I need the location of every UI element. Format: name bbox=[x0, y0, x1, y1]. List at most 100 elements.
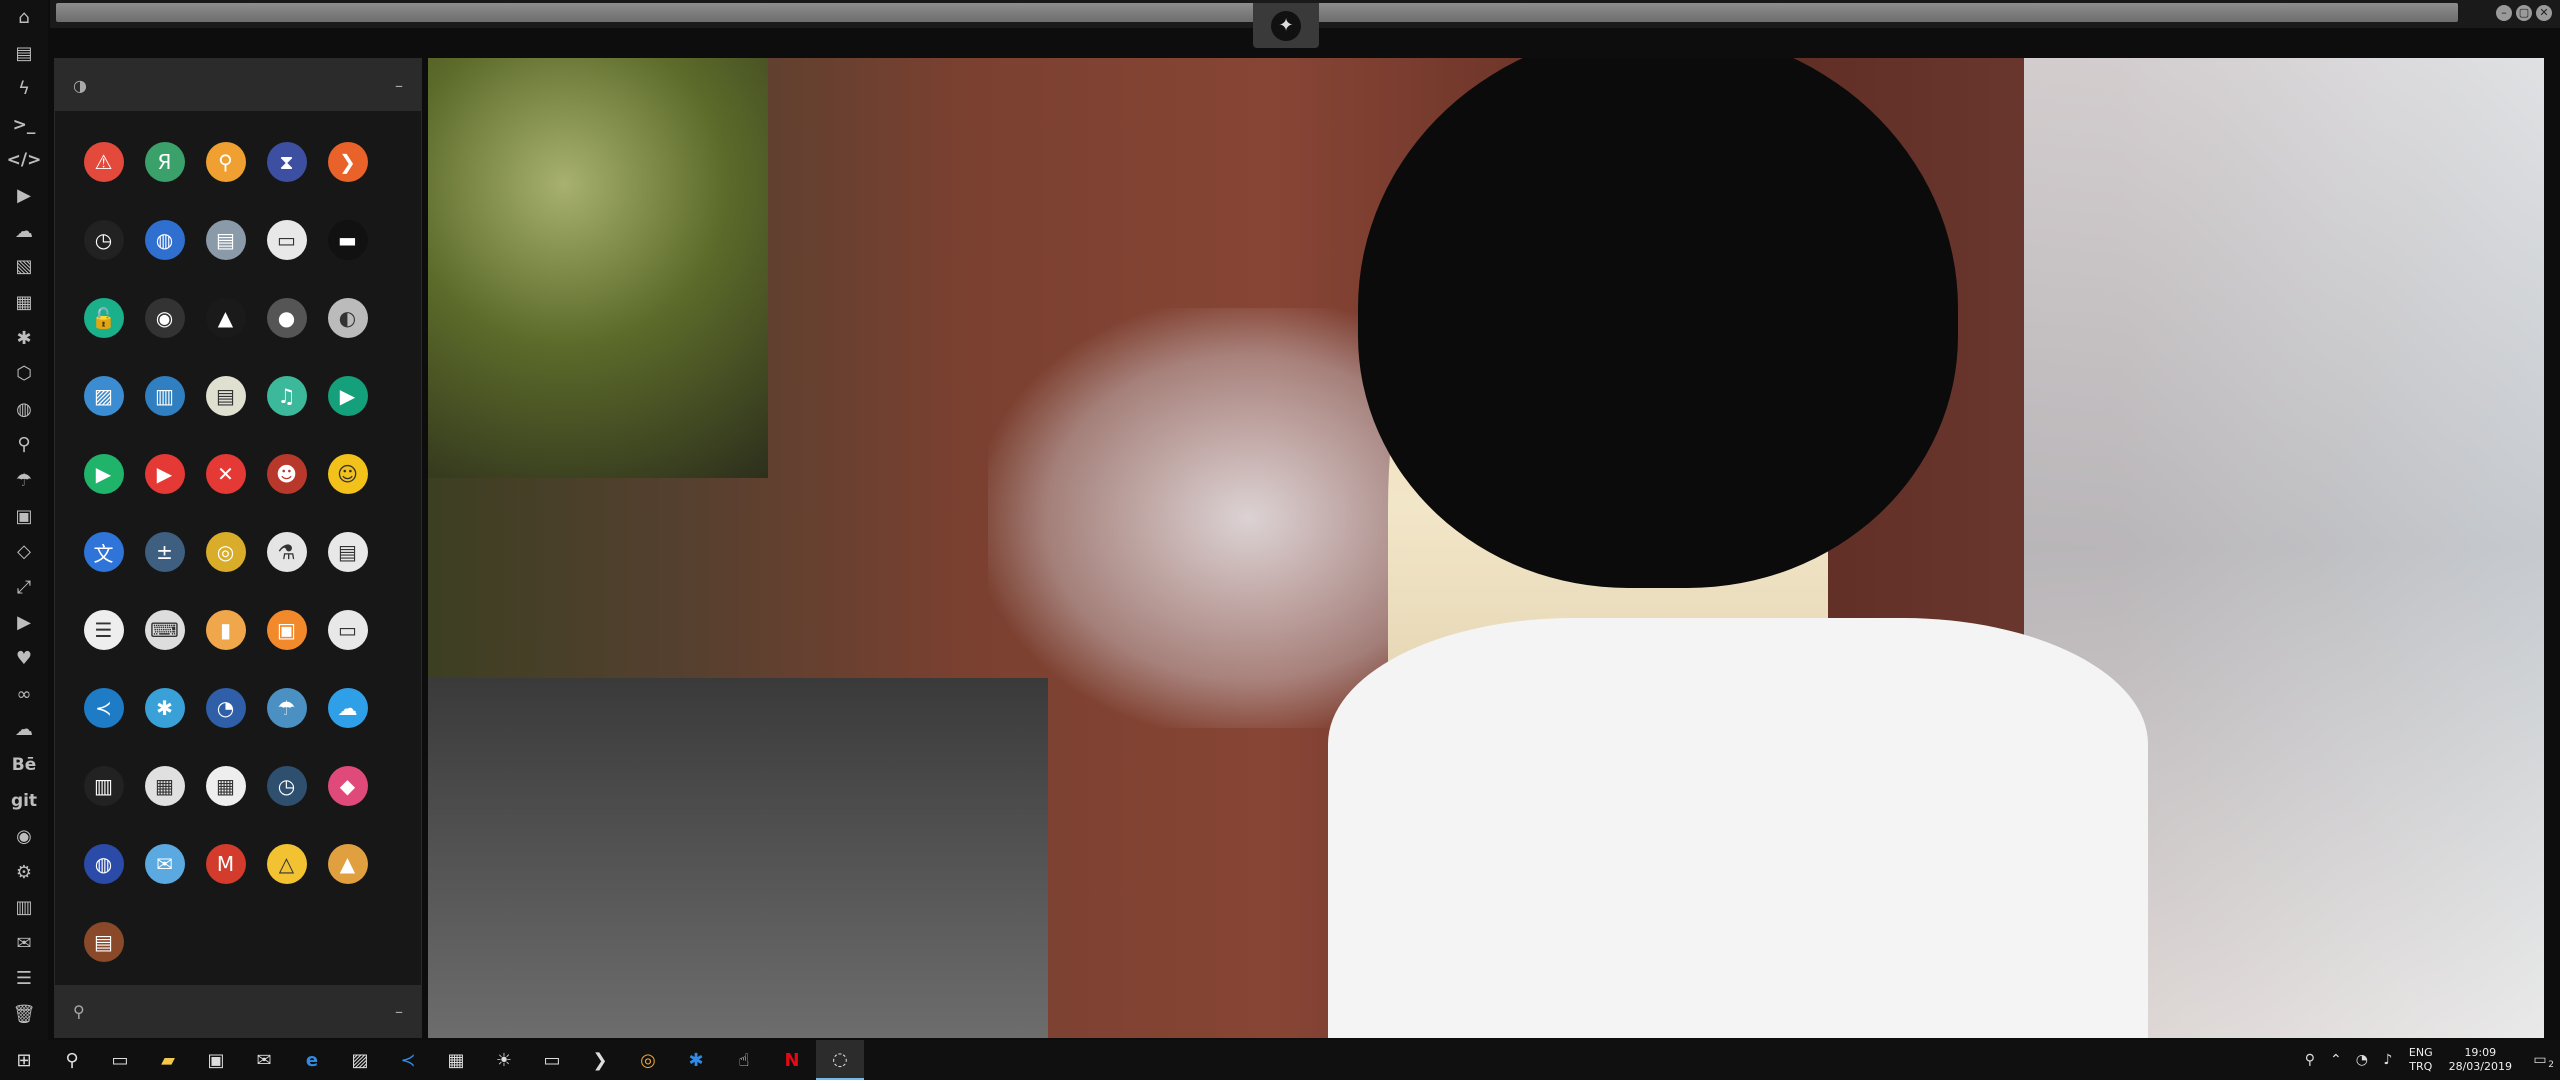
app-tile[interactable]: ⧗ bbox=[256, 123, 317, 201]
app-tile[interactable]: ☻ bbox=[256, 435, 317, 513]
app-tile[interactable]: ⚗ bbox=[256, 513, 317, 591]
app-tile[interactable]: ☂ bbox=[256, 669, 317, 747]
app-tile[interactable]: ≺ bbox=[73, 669, 134, 747]
app-tile[interactable]: ◷ bbox=[73, 201, 134, 279]
app-tile[interactable]: ◐ bbox=[317, 279, 378, 357]
app-tile[interactable]: ▲ bbox=[317, 825, 378, 903]
mail-icon[interactable]: ✉ bbox=[0, 925, 48, 961]
app-tile[interactable]: ◔ bbox=[195, 669, 256, 747]
notification-icon[interactable]: ▭ 2 bbox=[2520, 1052, 2560, 1070]
gear-icon[interactable]: ✱ bbox=[0, 320, 48, 356]
bicycle-icon[interactable]: ⚙ bbox=[0, 854, 48, 890]
app-tile[interactable]: ✱ bbox=[134, 669, 195, 747]
minimize-button[interactable]: – bbox=[2496, 5, 2512, 21]
mail-icon[interactable]: ✉ bbox=[240, 1040, 288, 1080]
app-tile[interactable]: ▦ bbox=[195, 747, 256, 825]
app-tile[interactable]: ◍ bbox=[134, 201, 195, 279]
lightning-icon[interactable]: ϟ bbox=[0, 71, 48, 107]
behance-icon[interactable]: Bē bbox=[0, 747, 48, 783]
app-tile[interactable]: ⚠ bbox=[73, 123, 134, 201]
app-tile[interactable]: ▶ bbox=[73, 435, 134, 513]
app-tile[interactable]: ± bbox=[134, 513, 195, 591]
git-icon[interactable]: git bbox=[0, 783, 48, 819]
image-app-icon[interactable]: ▨ bbox=[336, 1040, 384, 1080]
app-tile[interactable]: ▭ bbox=[317, 591, 378, 669]
app-tile[interactable]: ▥ bbox=[73, 747, 134, 825]
panel-collapse-icon[interactable]: – bbox=[395, 1002, 403, 1021]
github-icon[interactable]: ◉ bbox=[0, 819, 48, 855]
people-icon[interactable]: ⚲ bbox=[2297, 1052, 2323, 1068]
trash-icon[interactable]: 🗑 bbox=[0, 997, 48, 1033]
app-tile[interactable]: ▤ bbox=[317, 513, 378, 591]
active-app-icon[interactable]: ◌ bbox=[816, 1040, 864, 1080]
file-explorer-icon[interactable]: ▰ bbox=[144, 1040, 192, 1080]
app-tile[interactable]: ☺ bbox=[317, 435, 378, 513]
store-icon[interactable]: ▣ bbox=[192, 1040, 240, 1080]
play-icon[interactable]: ▶ bbox=[0, 178, 48, 214]
language-indicator[interactable]: ENG TRQ bbox=[2409, 1046, 2433, 1074]
terminal-icon[interactable]: ▭ bbox=[528, 1040, 576, 1080]
top-logo[interactable]: ✦ bbox=[1253, 3, 1319, 48]
cloud-upload-icon[interactable]: ☁ bbox=[0, 712, 48, 748]
powershell-icon[interactable]: ❯ bbox=[576, 1040, 624, 1080]
network-icon[interactable]: ◔ bbox=[2349, 1052, 2375, 1068]
chrome-icon[interactable]: ◎ bbox=[624, 1040, 672, 1080]
youtube-icon[interactable]: ▶ bbox=[0, 605, 48, 641]
app-tile[interactable]: ▮ bbox=[195, 591, 256, 669]
umbrella-icon[interactable]: ☂ bbox=[0, 463, 48, 499]
app-tile[interactable]: ◉ bbox=[134, 279, 195, 357]
app-tile[interactable]: ◍ bbox=[73, 825, 134, 903]
app-tile[interactable]: ♫ bbox=[256, 357, 317, 435]
app-tile[interactable]: ☁ bbox=[317, 669, 378, 747]
app-tile[interactable]: ☰ bbox=[73, 591, 134, 669]
app-tile[interactable]: ▥ bbox=[134, 357, 195, 435]
app-tile[interactable]: ▭ bbox=[256, 201, 317, 279]
app-tile[interactable]: ✉ bbox=[134, 825, 195, 903]
link-icon[interactable]: ∞ bbox=[0, 676, 48, 712]
app-tile[interactable]: ● bbox=[256, 279, 317, 357]
expand-icon[interactable]: ⤢ bbox=[0, 570, 48, 606]
cloud-icon[interactable]: ☁ bbox=[0, 214, 48, 250]
app-tile[interactable]: ⌨ bbox=[134, 591, 195, 669]
app-tile[interactable]: ▶ bbox=[134, 435, 195, 513]
maximize-button[interactable]: ▢ bbox=[2516, 5, 2532, 21]
app-tile[interactable]: ◎ bbox=[195, 513, 256, 591]
remote-icon[interactable]: ✱ bbox=[672, 1040, 720, 1080]
app-tile[interactable]: ▣ bbox=[256, 591, 317, 669]
app-tile[interactable]: ✕ bbox=[195, 435, 256, 513]
app-tile[interactable]: △ bbox=[256, 825, 317, 903]
search-icon[interactable]: ⚲ bbox=[0, 427, 48, 463]
list-icon[interactable]: ☰ bbox=[0, 961, 48, 997]
app-tile[interactable]: ▨ bbox=[73, 357, 134, 435]
image-icon[interactable]: ▧ bbox=[0, 249, 48, 285]
app-tile[interactable]: ▤ bbox=[195, 201, 256, 279]
app-tile[interactable]: 🔓 bbox=[73, 279, 134, 357]
app-tile[interactable]: ❯ bbox=[317, 123, 378, 201]
panel-minimize-icon[interactable]: – bbox=[395, 76, 403, 95]
app-tile[interactable]: 文 bbox=[73, 513, 134, 591]
app-tile[interactable]: ⚲ bbox=[195, 123, 256, 201]
pointer-icon[interactable]: ☝ bbox=[720, 1040, 768, 1080]
clock[interactable]: 19:09 28/03/2019 bbox=[2449, 1046, 2512, 1074]
app-tile[interactable]: ▤ bbox=[73, 903, 134, 981]
document-icon[interactable]: ▤ bbox=[0, 36, 48, 72]
app-tile[interactable]: ◆ bbox=[317, 747, 378, 825]
netflix-icon[interactable]: N bbox=[768, 1040, 816, 1080]
edge-icon[interactable]: e bbox=[288, 1040, 336, 1080]
vscode-icon[interactable]: ≺ bbox=[384, 1040, 432, 1080]
hexagon-icon[interactable]: ⬡ bbox=[0, 356, 48, 392]
globe-icon[interactable]: ◍ bbox=[0, 392, 48, 428]
tag-icon[interactable]: ◇ bbox=[0, 534, 48, 570]
app-tile[interactable]: ▶ bbox=[317, 357, 378, 435]
app-tile[interactable]: Я bbox=[134, 123, 195, 201]
app-tile[interactable]: ▦ bbox=[134, 747, 195, 825]
map-icon[interactable]: ▥ bbox=[0, 890, 48, 926]
app-tile[interactable]: ◷ bbox=[256, 747, 317, 825]
app-tile[interactable]: ▲ bbox=[195, 279, 256, 357]
app-tile[interactable]: ▬ bbox=[317, 201, 378, 279]
app-tile[interactable]: ▤ bbox=[195, 357, 256, 435]
heart-icon[interactable]: ♥ bbox=[0, 641, 48, 677]
code-icon[interactable]: </> bbox=[0, 142, 48, 178]
news-icon[interactable]: ▦ bbox=[432, 1040, 480, 1080]
app-tile[interactable]: M bbox=[195, 825, 256, 903]
